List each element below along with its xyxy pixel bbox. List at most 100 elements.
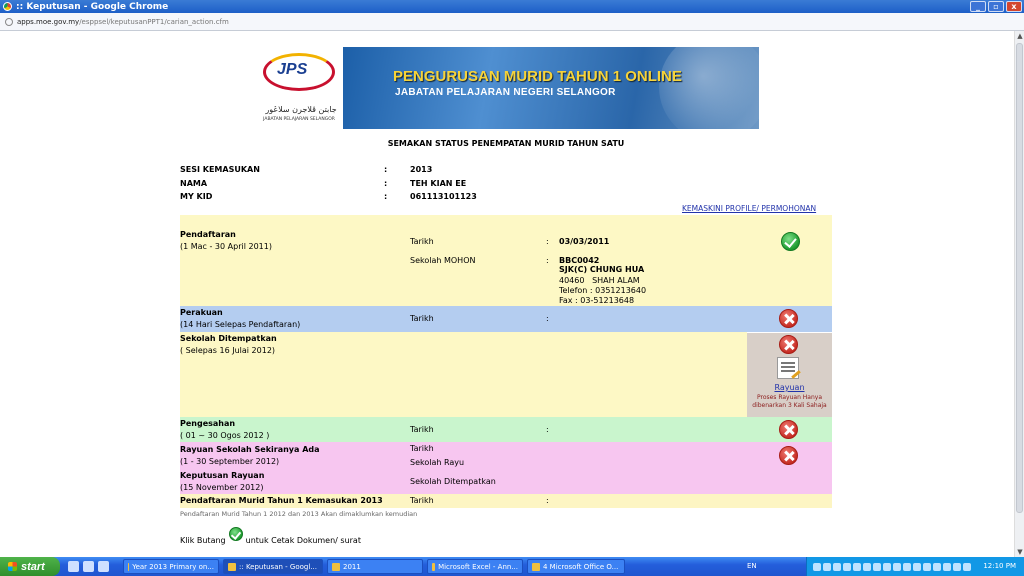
- scroll-down-arrow-icon[interactable]: ▼: [1015, 547, 1024, 557]
- tray-icon[interactable]: [923, 562, 931, 571]
- row-ditempatkan: Sekolah Ditempatkan ( Selepas 16 Julai 2…: [180, 332, 747, 417]
- tarikh-colon: :: [546, 496, 549, 505]
- document-edit-icon[interactable]: [777, 357, 799, 379]
- scroll-up-arrow-icon[interactable]: ▲: [1015, 31, 1024, 41]
- row-title: Sekolah Ditempatkan: [180, 334, 277, 343]
- tarikh-label: Tarikh: [410, 314, 434, 323]
- info-label: NAMA: [180, 179, 208, 188]
- tray-icon[interactable]: [933, 562, 941, 571]
- window-title: :: Keputusan - Google Chrome: [16, 1, 169, 12]
- tray-icon[interactable]: [953, 562, 961, 571]
- row-period: (1 Mac - 30 April 2011): [180, 242, 272, 251]
- print-instruction: Klik Butang untuk Cetak Dokumen/ surat: [180, 527, 361, 545]
- maximize-button[interactable]: ▫: [988, 1, 1004, 12]
- row-title: Rayuan Sekolah Sekiranya Ada: [180, 445, 320, 454]
- info-value: 2013: [410, 165, 433, 174]
- row-period: (1 - 30 September 2012): [180, 457, 280, 466]
- office-icon: [532, 562, 540, 571]
- banner: JPS جابتن ڤلاجرن سلاڠور JABATAN PELAJARA…: [255, 47, 759, 129]
- sekolah-rayu-label: Sekolah Rayu: [410, 458, 465, 467]
- tray-icon[interactable]: [883, 562, 891, 571]
- tray-icons: [813, 562, 971, 571]
- task-label: Year 2013 Primary on...: [132, 562, 214, 571]
- check-icon: [228, 527, 243, 541]
- tray-icon[interactable]: [963, 562, 971, 571]
- chrome-icon: [228, 562, 236, 571]
- tray-icon[interactable]: [823, 562, 831, 571]
- school-telefon: Telefon : 0351213640: [559, 286, 647, 295]
- klik-before: Klik Butang: [180, 536, 226, 545]
- firefox-quick-icon[interactable]: [83, 561, 94, 572]
- start-button[interactable]: start: [0, 557, 60, 576]
- clock[interactable]: 12:10 PM: [983, 562, 1016, 570]
- tray-icon[interactable]: [843, 562, 851, 571]
- address-bar[interactable]: apps.moe.gov.my /esppsel/keputusanPPT1/c…: [0, 13, 1024, 31]
- acrobat-quick-icon[interactable]: [98, 561, 109, 572]
- chrome-quick-icon[interactable]: [68, 561, 79, 572]
- folder-icon: [332, 562, 340, 571]
- tray-icon[interactable]: [893, 562, 901, 571]
- row-period: ( 01 ~ 30 Ogos 2012 ): [180, 431, 270, 440]
- info-value: 061113101123: [410, 192, 477, 201]
- tray-icon[interactable]: [943, 562, 951, 571]
- tray-icon[interactable]: [903, 562, 911, 571]
- tray-icon[interactable]: [833, 562, 841, 571]
- tarikh-label: Tarikh: [410, 237, 434, 246]
- row-pendaftaran: Pendaftaran (1 Mac - 30 April 2011) Tari…: [180, 215, 832, 306]
- tray-icon[interactable]: [813, 562, 821, 571]
- profile-link[interactable]: KEMASKINI PROFILE/ PERMOHONAN: [682, 204, 816, 213]
- task-button[interactable]: 4 Microsoft Office O...: [527, 559, 625, 574]
- row-period: (14 Hari Selepas Pendaftaran): [180, 320, 301, 329]
- task-button[interactable]: 2011: [327, 559, 423, 574]
- footnote: Pendaftaran Murid Tahun 1 2012 dan 2013 …: [180, 510, 418, 518]
- row-title: Pengesahan: [180, 419, 236, 428]
- page-title: SEMAKAN STATUS PENEMPATAN MURID TAHUN SA…: [387, 139, 625, 148]
- row-perakuan: Perakuan (14 Hari Selepas Pendaftaran) T…: [180, 306, 832, 332]
- language-indicator[interactable]: EN: [747, 562, 757, 570]
- task-label: 2011: [343, 562, 361, 571]
- start-label: start: [21, 560, 45, 573]
- url-path[interactable]: /esppsel/keputusanPPT1/carian_action.cfm: [79, 18, 229, 26]
- excel-icon: [432, 562, 436, 571]
- school-name: SJK(C) CHUNG HUA: [559, 265, 645, 274]
- keputusan-period: (15 November 2012): [180, 483, 264, 492]
- tarikh-label: Tarikh: [410, 425, 434, 434]
- rayuan-panel: Rayuan Proses Rayuan Hanya dibenarkan 3 …: [747, 333, 832, 417]
- check-icon[interactable]: [781, 232, 800, 251]
- banner-subtitle: JABATAN PELAJARAN NEGERI SELANGOR: [395, 87, 616, 98]
- task-button[interactable]: Microsoft Excel - Ann...: [427, 559, 523, 574]
- row-title: Perakuan: [180, 308, 223, 317]
- rayuan-link[interactable]: Rayuan: [747, 383, 832, 392]
- chrome-icon: [128, 562, 130, 571]
- cross-icon: [779, 420, 798, 439]
- school-fax: Fax : 03-51213648: [559, 296, 635, 305]
- sekolah-colon: :: [546, 256, 549, 265]
- globe-graphic: [659, 47, 759, 129]
- info-label: MY KID: [180, 192, 213, 201]
- windows-flag-icon: [8, 562, 17, 571]
- url-host[interactable]: apps.moe.gov.my: [17, 18, 79, 26]
- cross-icon: [779, 446, 798, 465]
- row-rayuan: Rayuan Sekolah Sekiranya Ada (1 - 30 Sep…: [180, 442, 832, 494]
- chrome-icon: [3, 2, 12, 11]
- tray-icon[interactable]: [913, 562, 921, 571]
- tray-icon[interactable]: [853, 562, 861, 571]
- vertical-scrollbar[interactable]: ▲ ▼: [1014, 31, 1024, 557]
- taskbar: start Year 2013 Primary on... :: Keputus…: [0, 557, 1024, 576]
- close-button[interactable]: x: [1006, 1, 1022, 12]
- tray-icon[interactable]: [863, 562, 871, 571]
- logo-jawi: جابتن ڤلاجرن سلاڠور: [265, 105, 337, 114]
- logo-text: JPS: [277, 61, 308, 78]
- sekolah-label: Sekolah MOHON: [410, 256, 476, 265]
- school-address: 40460 SHAH ALAM: [559, 276, 640, 285]
- scroll-thumb[interactable]: [1016, 43, 1023, 513]
- window-titlebar: :: Keputusan - Google Chrome _ ▫ x: [0, 0, 1024, 13]
- task-button[interactable]: :: Keputusan - Googl...: [223, 559, 323, 574]
- tarikh-value: 03/03/2011: [559, 237, 610, 246]
- task-label: 4 Microsoft Office O...: [543, 562, 619, 571]
- minimize-button[interactable]: _: [970, 1, 986, 12]
- tarikh-colon: :: [546, 314, 549, 323]
- task-button[interactable]: Year 2013 Primary on...: [123, 559, 219, 574]
- info-colon: :: [384, 192, 388, 201]
- tray-icon[interactable]: [873, 562, 881, 571]
